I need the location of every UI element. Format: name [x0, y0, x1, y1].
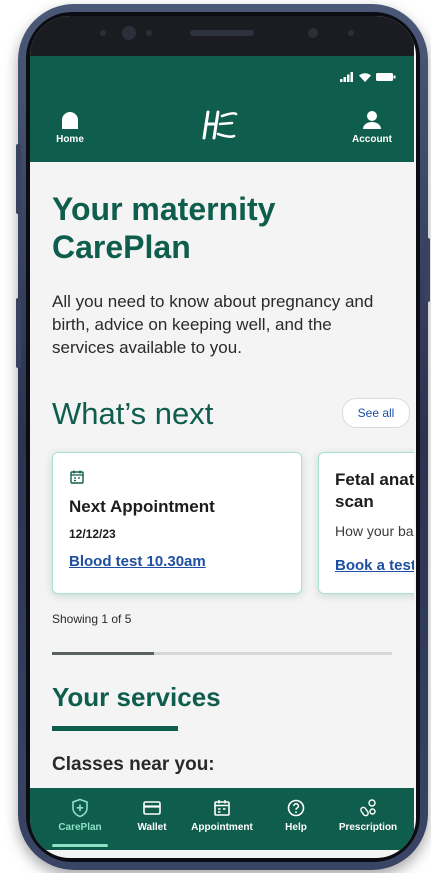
classes-heading: Classes near you:	[52, 754, 215, 775]
account-icon	[363, 111, 381, 129]
whats-next-heading: What’s next	[52, 396, 214, 431]
tab-careplan[interactable]: CarePlan	[42, 798, 118, 833]
tab-appointment[interactable]: Appointment	[184, 798, 260, 833]
battery-icon	[376, 73, 396, 81]
active-tab-indicator	[52, 844, 108, 847]
card-title: Fetal anatomy scan	[335, 470, 414, 511]
account-nav-label: Account	[352, 134, 392, 145]
screen-frame: Home Account Your maternity CarePlan All…	[26, 12, 420, 862]
status-bar	[339, 72, 396, 85]
intro-text: All you need to know about pregnancy and…	[52, 292, 374, 357]
tab-label: Wallet	[137, 822, 167, 833]
carousel-progress-track	[52, 652, 392, 655]
see-all-button[interactable]: See all	[342, 398, 410, 428]
question-icon	[287, 799, 305, 817]
home-icon	[62, 112, 78, 129]
screen: Home Account Your maternity CarePlan All…	[30, 16, 416, 858]
page-title: Your maternity CarePlan	[52, 191, 276, 265]
hse-logo-mark	[202, 110, 238, 140]
sensor-dot	[308, 28, 318, 38]
power-button	[425, 238, 430, 302]
card-icon	[143, 801, 161, 815]
home-nav-button[interactable]: Home	[40, 110, 100, 145]
tab-prescription[interactable]: Prescription	[330, 798, 406, 833]
volume-button-lower	[16, 298, 21, 368]
services-heading: Your services	[52, 682, 221, 712]
sensor-dot	[100, 30, 106, 36]
wifi-icon	[358, 73, 371, 82]
tab-help[interactable]: Help	[258, 798, 334, 833]
main-content: Your maternity CarePlan All you need to …	[30, 162, 414, 788]
calendar-icon	[70, 470, 84, 484]
volume-button	[16, 144, 21, 214]
top-bezel	[30, 16, 414, 56]
tab-label: Help	[285, 822, 307, 833]
fetal-scan-card[interactable]: Fetal anatomy scan How your baby is Book…	[318, 452, 414, 594]
blood-test-link[interactable]: Blood test 10.30am	[69, 553, 206, 570]
card-subtitle: How your baby is	[335, 523, 414, 539]
pills-icon	[360, 799, 376, 817]
card-title: Next Appointment	[69, 497, 215, 516]
carousel-count: Showing 1 of 5	[52, 612, 132, 626]
next-appointment-card[interactable]: Next Appointment 12/12/23 Blood test 10.…	[52, 452, 302, 594]
home-nav-label: Home	[56, 134, 84, 145]
services-underline	[52, 726, 178, 731]
sensor-dot	[146, 30, 152, 36]
signal-icon	[339, 72, 353, 82]
tab-label: Appointment	[191, 822, 253, 833]
book-test-link[interactable]: Book a test	[335, 557, 414, 574]
sensor-dot	[348, 30, 354, 36]
card-date: 12/12/23	[69, 527, 116, 541]
tab-label: Prescription	[338, 822, 398, 833]
account-nav-button[interactable]: Account	[342, 110, 402, 145]
shield-plus-icon	[72, 798, 88, 818]
front-camera	[122, 26, 136, 40]
carousel-progress-fill	[52, 652, 154, 655]
app-header: Home Account	[30, 56, 414, 162]
hse-logo	[200, 108, 240, 150]
tab-label: CarePlan	[58, 822, 102, 833]
calendar-icon	[214, 800, 230, 816]
phone-frame: Home Account Your maternity CarePlan All…	[16, 4, 430, 870]
tab-wallet[interactable]: Wallet	[114, 798, 190, 833]
bottom-tab-bar: CarePlan Wallet Appointment Help Prescri…	[30, 788, 414, 850]
earpiece-speaker	[190, 30, 254, 36]
